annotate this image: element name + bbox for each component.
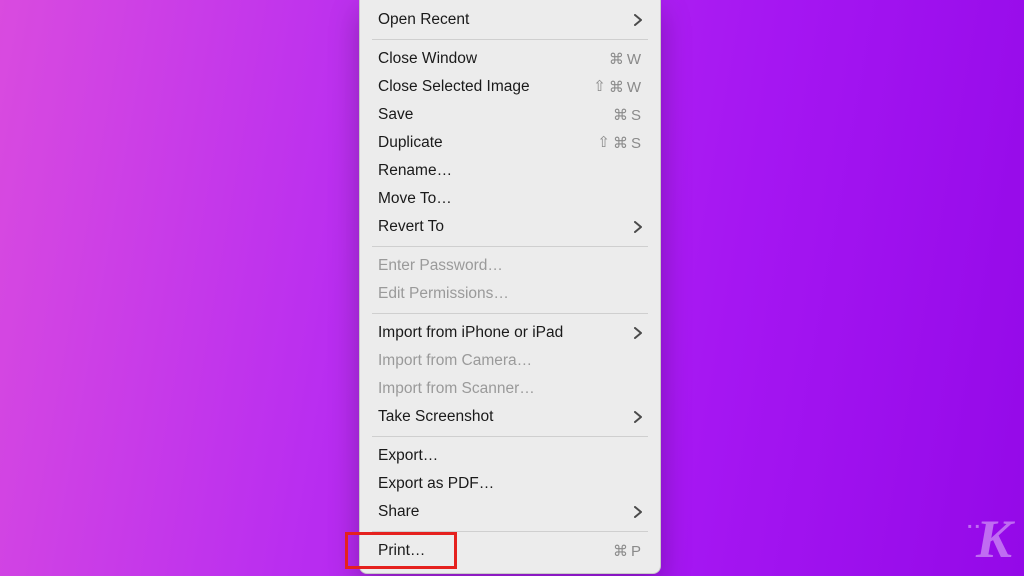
chevron-right-icon xyxy=(634,221,642,233)
menu-separator xyxy=(372,531,648,532)
menu-item-label: Print… xyxy=(378,542,425,560)
watermark-logo: ∙∙K xyxy=(967,512,1010,566)
menu-item-share[interactable]: Share xyxy=(360,498,660,526)
menu-item-label: Duplicate xyxy=(378,134,443,152)
menu-item-revert-to[interactable]: Revert To xyxy=(360,213,660,241)
menu-item-close-window[interactable]: Close Window ⌘W xyxy=(360,45,660,73)
menu-separator xyxy=(372,39,648,40)
menu-item-label: Open Recent xyxy=(378,11,469,29)
menu-item-edit-permissions: Edit Permissions… xyxy=(360,280,660,308)
menu-item-label: Import from Scanner… xyxy=(378,380,535,398)
menu-item-take-screenshot[interactable]: Take Screenshot xyxy=(360,403,660,431)
menu-item-label: Rename… xyxy=(378,162,452,180)
keyboard-shortcut: ⌘P xyxy=(613,542,642,560)
menu-item-import-from-scanner: Import from Scanner… xyxy=(360,375,660,403)
menu-item-label: Move To… xyxy=(378,190,452,208)
chevron-right-icon xyxy=(634,14,642,26)
menu-item-import-from-camera: Import from Camera… xyxy=(360,347,660,375)
menu-item-rename[interactable]: Rename… xyxy=(360,157,660,185)
menu-separator xyxy=(372,436,648,437)
chevron-right-icon xyxy=(634,411,642,423)
background: Open Recent Close Window ⌘W Close Selected … xyxy=(0,0,1024,576)
keyboard-shortcut: ⇧⌘W xyxy=(593,78,642,96)
menu-item-enter-password: Enter Password… xyxy=(360,252,660,280)
menu-item-label: Import from Camera… xyxy=(378,352,532,370)
menu-item-export-as-pdf[interactable]: Export as PDF… xyxy=(360,470,660,498)
menu-item-duplicate[interactable]: Duplicate ⇧⌘S xyxy=(360,129,660,157)
menu-item-label: Enter Password… xyxy=(378,257,503,275)
menu-item-label: Share xyxy=(378,503,419,521)
menu-item-label: Import from iPhone or iPad xyxy=(378,324,563,342)
menu-item-label: Take Screenshot xyxy=(378,408,493,426)
keyboard-shortcut: ⇧⌘S xyxy=(597,134,642,152)
keyboard-shortcut: ⌘W xyxy=(609,50,642,68)
menu-item-label: Save xyxy=(378,106,413,124)
menu-item-label: Close Selected Image xyxy=(378,78,530,96)
menu-item-label: Edit Permissions… xyxy=(378,285,509,303)
menu-separator xyxy=(372,313,648,314)
menu-item-open-recent[interactable]: Open Recent xyxy=(360,6,660,34)
keyboard-shortcut: ⌘S xyxy=(613,106,642,124)
menu-item-print[interactable]: Print… ⌘P xyxy=(360,537,660,565)
menu-item-label: Close Window xyxy=(378,50,477,68)
menu-item-export[interactable]: Export… xyxy=(360,442,660,470)
menu-item-move-to[interactable]: Move To… xyxy=(360,185,660,213)
menu-item-save[interactable]: Save ⌘S xyxy=(360,101,660,129)
menu-item-label: Revert To xyxy=(378,218,444,236)
chevron-right-icon xyxy=(634,327,642,339)
menu-item-label: Export as PDF… xyxy=(378,475,494,493)
chevron-right-icon xyxy=(634,506,642,518)
menu-item-label: Export… xyxy=(378,447,438,465)
menu-item-close-selected-image[interactable]: Close Selected Image ⇧⌘W xyxy=(360,73,660,101)
menu-separator xyxy=(372,246,648,247)
menu-item-import-from-iphone-or-ipad[interactable]: Import from iPhone or iPad xyxy=(360,319,660,347)
file-menu: Open Recent Close Window ⌘W Close Selected … xyxy=(359,0,661,574)
